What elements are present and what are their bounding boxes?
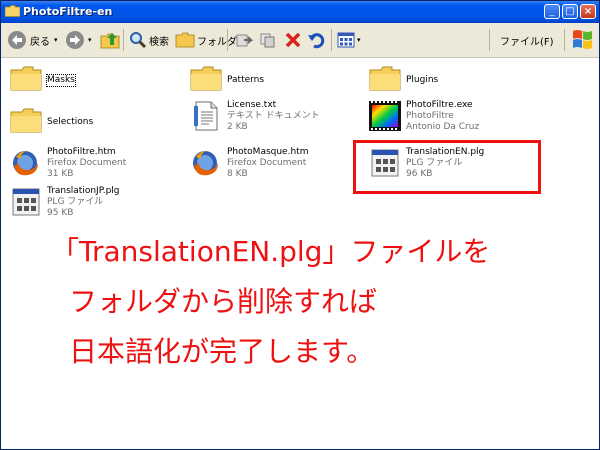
back-arrow-icon xyxy=(8,31,26,49)
item-name: PhotoFiltre.htm xyxy=(47,147,116,157)
item-size: 2 KB xyxy=(227,122,248,132)
windows-logo-icon xyxy=(573,30,592,49)
list-item-patterns[interactable]: Patterns xyxy=(190,64,340,104)
firefox-document-icon xyxy=(13,151,38,176)
explorer-window: PhotoFiltre-en _ □ × 戻る ▾ ▾ 検索 フォルダ ▾ ファ… xyxy=(0,0,600,450)
folder-icon xyxy=(190,66,222,91)
up-folder-icon xyxy=(100,33,120,49)
delete-button[interactable] xyxy=(284,29,302,51)
folder-icon xyxy=(369,66,401,91)
item-name: Plugins xyxy=(406,75,439,85)
copy-to-button[interactable] xyxy=(259,29,277,51)
item-description: PhotoFiltre xyxy=(406,111,454,121)
item-company: Antonio Da Cruz xyxy=(406,122,480,132)
annotation-line-3: 日本語化が完了します。 xyxy=(69,335,375,368)
item-type: PLG ファイル xyxy=(47,197,104,207)
list-item-photofiltre-exe[interactable]: PhotoFiltre.exe PhotoFiltre Antonio Da C… xyxy=(369,100,539,140)
close-icon: × xyxy=(583,6,593,17)
forward-button[interactable]: ▾ xyxy=(65,29,92,51)
item-name: Patterns xyxy=(227,75,265,85)
folder-icon xyxy=(5,5,20,17)
list-item-photomasque-htm[interactable]: PhotoMasque.htm Firefox Document 8 KB xyxy=(190,147,340,187)
text-document-icon xyxy=(194,101,218,131)
folders-icon xyxy=(175,32,195,48)
maximize-button[interactable]: □ xyxy=(562,4,578,19)
highlight-box xyxy=(353,140,541,194)
item-type: Firefox Document xyxy=(227,158,307,168)
views-icon xyxy=(337,32,355,48)
annotation-line-2: フォルダから削除すれば xyxy=(69,285,378,318)
item-name: License.txt xyxy=(227,100,277,110)
item-type: テキスト ドキュメント xyxy=(227,111,320,121)
windows-logo xyxy=(571,28,595,50)
toolbar-separator xyxy=(564,29,565,51)
views-button[interactable]: ▾ xyxy=(337,29,361,51)
undo-button[interactable] xyxy=(307,29,325,51)
close-button[interactable]: × xyxy=(580,4,596,19)
toolbar-separator xyxy=(489,29,490,51)
item-name: Masks xyxy=(46,74,76,87)
search-icon xyxy=(130,32,147,49)
chevron-down-icon: ▾ xyxy=(88,36,92,44)
item-size: 95 KB xyxy=(47,208,74,218)
move-to-icon xyxy=(236,34,253,47)
file-menu-label: ファイル(F) xyxy=(500,36,554,48)
copy-to-icon xyxy=(260,33,275,48)
list-item-license[interactable]: License.txt テキスト ドキュメント 2 KB xyxy=(190,100,340,140)
forward-arrow-icon xyxy=(66,31,84,49)
item-name: TranslationJP.plg xyxy=(47,186,120,196)
item-type: Firefox Document xyxy=(47,158,127,168)
list-item-plugins[interactable]: Plugins xyxy=(369,64,519,104)
chevron-down-icon: ▾ xyxy=(54,36,58,44)
list-item-photofiltre-htm[interactable]: PhotoFiltre.htm Firefox Document 31 KB xyxy=(10,147,160,187)
item-size: 8 KB xyxy=(227,169,248,179)
back-label: 戻る xyxy=(30,36,50,48)
file-list: Masks Patterns Plugins Selections Licens… xyxy=(1,58,599,449)
file-menu[interactable]: ファイル(F) xyxy=(500,29,554,51)
item-name: PhotoFiltre.exe xyxy=(406,100,473,110)
list-item-selections[interactable]: Selections xyxy=(10,106,160,146)
back-button[interactable]: 戻る ▾ xyxy=(7,29,58,51)
chevron-down-icon: ▾ xyxy=(357,36,361,44)
maximize-icon: □ xyxy=(565,6,575,17)
minimize-button[interactable]: _ xyxy=(544,4,560,19)
list-item-translation-jp[interactable]: TranslationJP.plg PLG ファイル 95 KB xyxy=(10,186,160,226)
move-to-button[interactable] xyxy=(235,29,253,51)
firefox-document-icon xyxy=(193,151,218,176)
undo-icon xyxy=(308,33,325,49)
folders-label: フォルダ xyxy=(197,36,237,48)
toolbar-separator xyxy=(123,29,124,51)
toolbar: 戻る ▾ ▾ 検索 フォルダ ▾ ファイル(F) xyxy=(1,23,599,58)
minimize-icon: _ xyxy=(549,6,555,17)
folder-icon xyxy=(10,66,42,91)
window-title: PhotoFiltre-en xyxy=(23,5,113,18)
delete-x-icon xyxy=(285,32,301,48)
plg-file-icon xyxy=(12,188,40,216)
search-button[interactable]: 検索 xyxy=(129,29,169,51)
title-bar[interactable]: PhotoFiltre-en _ □ × xyxy=(1,1,599,23)
photofiltre-app-icon xyxy=(369,101,401,131)
item-size: 31 KB xyxy=(47,169,74,179)
annotation-line-1: 「TranslationEN.plg」ファイルを xyxy=(51,235,491,268)
list-item-masks[interactable]: Masks xyxy=(10,64,160,104)
folder-icon xyxy=(10,108,42,133)
item-name: Selections xyxy=(47,117,94,127)
search-label: 検索 xyxy=(149,36,169,48)
up-folder-button[interactable] xyxy=(100,29,120,51)
toolbar-separator xyxy=(331,29,332,51)
item-name: PhotoMasque.htm xyxy=(227,147,309,157)
toolbar-separator xyxy=(227,29,228,51)
